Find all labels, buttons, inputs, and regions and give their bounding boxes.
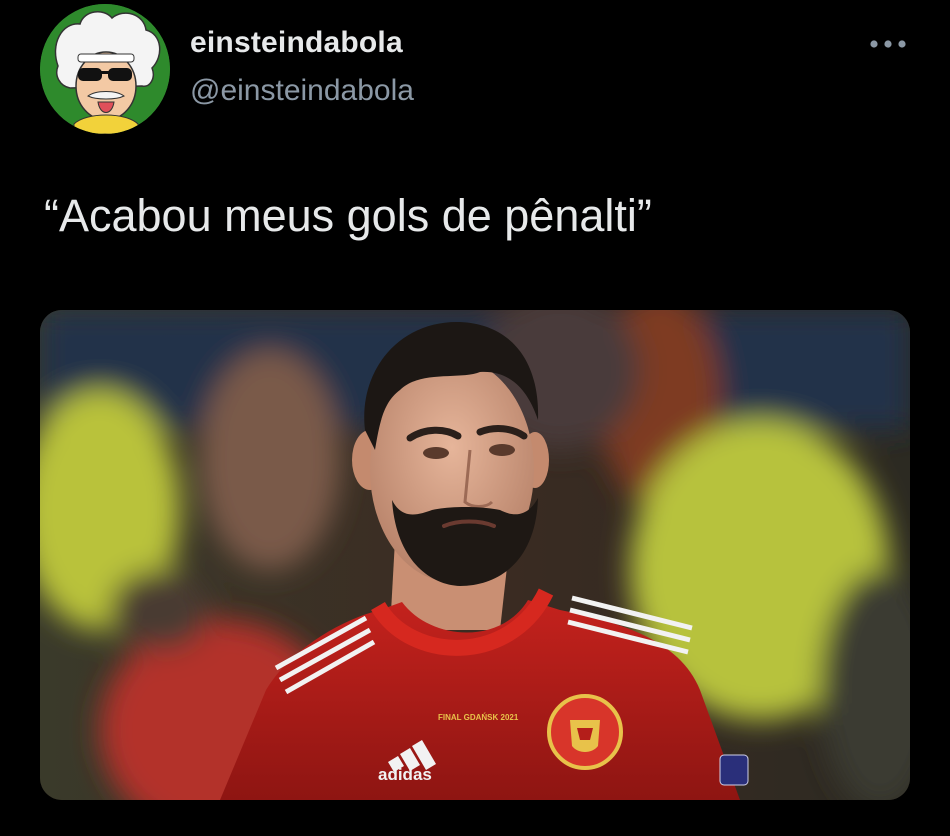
more-options-icon[interactable]	[866, 30, 910, 58]
tweet-text: “Acabou meus gols de pênalti”	[44, 190, 652, 241]
shirt-print-text: FINAL GDAŃSK 2021	[438, 713, 519, 722]
cartoon-einstein-avatar-icon	[40, 4, 170, 134]
sponsor-text: adidas	[378, 765, 432, 784]
author-display-name[interactable]: einsteindabola	[190, 26, 403, 60]
club-crest-icon	[547, 694, 623, 770]
tweet-photo[interactable]: adidas FINAL GDAŃSK 2021	[40, 310, 910, 800]
author-handle[interactable]: @einsteindabola	[190, 74, 414, 108]
tweet-card: einsteindabola @einsteindabola “Acabou m…	[0, 0, 950, 836]
author-avatar[interactable]	[40, 4, 170, 134]
footballer-photo-icon: adidas FINAL GDAŃSK 2021	[40, 310, 910, 800]
